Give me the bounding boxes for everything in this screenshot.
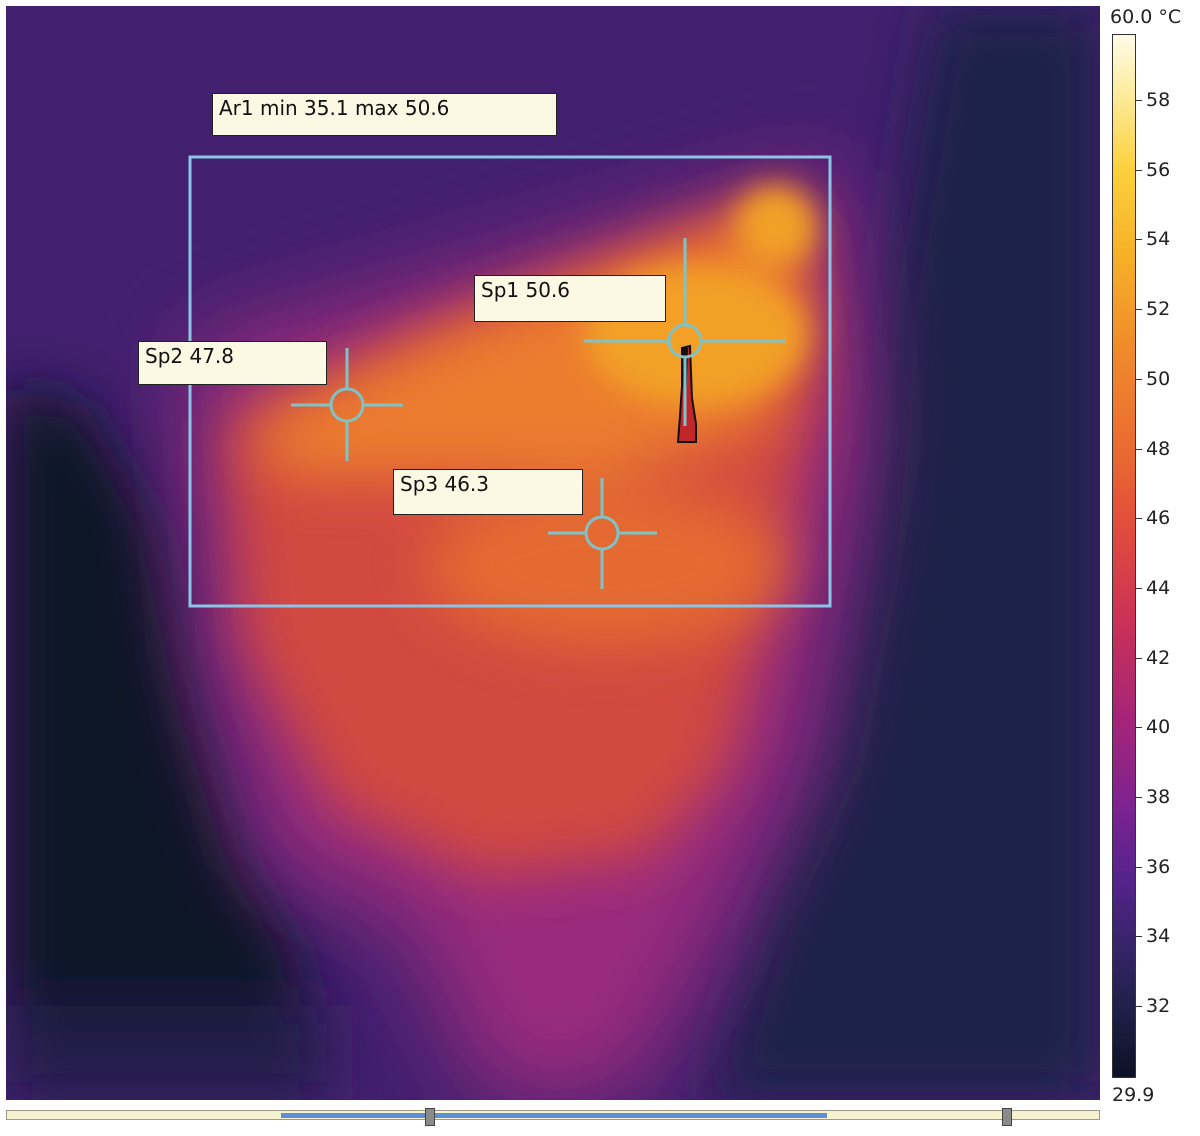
scale-tick-label: 52 (1146, 298, 1171, 320)
scale-tick-label: 44 (1146, 577, 1171, 599)
scale-tick-label: 32 (1146, 995, 1171, 1017)
scale-tick-label: 54 (1146, 228, 1171, 250)
level-span-slider[interactable] (6, 1108, 1100, 1126)
measurement-overlay (188, 155, 832, 608)
scale-tick-label: 34 (1146, 925, 1171, 947)
scale-tick (1136, 588, 1142, 589)
scale-tick-label: 58 (1146, 89, 1171, 111)
scale-tick (1136, 100, 1142, 101)
scale-tick (1136, 379, 1142, 380)
scale-tick (1136, 867, 1142, 868)
spot-label-sp1: Sp1 50.6 (474, 275, 666, 322)
scale-tick (1136, 449, 1142, 450)
scale-tick (1136, 658, 1142, 659)
scale-tick (1136, 1006, 1142, 1007)
scale-tick-label: 56 (1146, 159, 1171, 181)
scale-min-label: 29.9 (1112, 1084, 1155, 1106)
color-scale-bar[interactable] (1112, 34, 1136, 1078)
scale-tick (1136, 518, 1142, 519)
slider-range (281, 1113, 827, 1118)
scale-tick (1136, 936, 1142, 937)
scale-tick-label: 40 (1146, 716, 1171, 738)
scale-tick-label: 50 (1146, 368, 1171, 390)
scale-tick-label: 38 (1146, 786, 1171, 808)
slider-handle-max[interactable] (1002, 1108, 1012, 1126)
scale-tick (1136, 797, 1142, 798)
slider-handle-min[interactable] (425, 1108, 435, 1126)
scale-tick (1136, 309, 1142, 310)
temperature-scale: 60.0 °C 58 56 54 52 50 48 46 44 42 40 38 36 34 32 29.… (1104, 0, 1200, 1110)
scale-tick-label: 46 (1146, 507, 1171, 529)
spot-marker-sp1[interactable] (584, 238, 786, 426)
thermal-image: Ar1 min 35.1 max 50.6 Sp1 50.6 Sp2 47.8 … (6, 6, 1100, 1100)
spot-label-sp2: Sp2 47.8 (138, 341, 327, 385)
scale-tick-label: 42 (1146, 647, 1171, 669)
spot-label-sp3: Sp3 46.3 (393, 469, 583, 515)
scale-tick-label: 48 (1146, 438, 1171, 460)
scale-max-label: 60.0 °C (1110, 6, 1182, 28)
scale-tick (1136, 727, 1142, 728)
area-label-ar1: Ar1 min 35.1 max 50.6 (212, 93, 557, 136)
scale-tick-label: 36 (1146, 856, 1171, 878)
scale-tick (1136, 239, 1142, 240)
scale-tick (1136, 170, 1142, 171)
